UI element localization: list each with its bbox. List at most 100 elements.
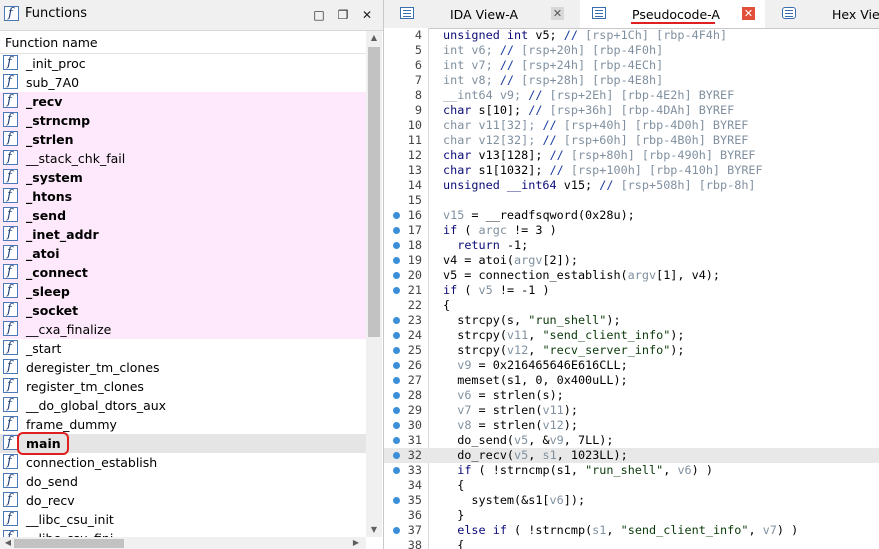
function-item[interactable]: f __libc_csu_init: [0, 510, 366, 529]
pseudocode-editor[interactable]: 4 unsigned int v5; // [rsp+1Ch] [rbp-4F4h…: [384, 28, 879, 549]
function-icon: f: [3, 530, 18, 537]
code-line[interactable]: 23 strcpy(s, "run_shell");: [384, 313, 879, 328]
code-line[interactable]: 35 system(&s1[v6]);: [384, 493, 879, 508]
function-item[interactable]: f _sleep: [0, 282, 366, 301]
code-line[interactable]: 9 char s[10]; // [rsp+36h] [rbp-4DAh] BYR…: [384, 103, 879, 118]
code-line[interactable]: 21 if ( v5 != -1 ): [384, 283, 879, 298]
scroll-up-arrow-icon[interactable]: ▲: [366, 33, 382, 42]
function-item[interactable]: f do_recv: [0, 491, 366, 510]
close-tab-icon[interactable]: ✕: [551, 7, 564, 20]
code-line[interactable]: 17 if ( argc != 3 ): [384, 223, 879, 238]
code-line[interactable]: 6 int v7; // [rsp+24h] [rbp-4ECh]: [384, 58, 879, 73]
function-item[interactable]: f register_tm_clones: [0, 377, 366, 396]
function-icon: f: [3, 359, 18, 374]
code-line[interactable]: 38 {: [384, 538, 879, 549]
function-item[interactable]: f _strlen: [0, 130, 366, 149]
function-icon: f: [3, 416, 18, 431]
code-text: }: [443, 508, 465, 522]
code-line[interactable]: 32 do_recv(v5, s1, 1023LL);: [384, 448, 879, 463]
tab-hex-view[interactable]: Hex View: [774, 0, 879, 28]
code-line[interactable]: 20 v5 = connection_establish(argv[1], v4)…: [384, 268, 879, 283]
function-icon: f: [3, 454, 18, 469]
function-name: sub_7A0: [26, 75, 80, 90]
close-icon[interactable]: ✕: [360, 8, 374, 22]
code-line[interactable]: 11 char v12[32]; // [rsp+60h] [rbp-4B0h] …: [384, 133, 879, 148]
code-line[interactable]: 4 unsigned int v5; // [rsp+1Ch] [rbp-4F4h…: [384, 28, 879, 43]
code-line[interactable]: 7 int v8; // [rsp+28h] [rbp-4E8h]: [384, 73, 879, 88]
line-number: 12: [407, 148, 422, 162]
function-item[interactable]: f _connect: [0, 263, 366, 282]
horizontal-scrollbar[interactable]: ◀ ▶: [0, 537, 366, 549]
code-line[interactable]: 25 strcpy(v12, "recv_server_info");: [384, 343, 879, 358]
function-icon: f: [3, 264, 18, 279]
code-text: do_recv(v5, s1, 1023LL);: [443, 448, 628, 462]
red-annotation-circle: [17, 432, 69, 455]
function-item[interactable]: f _htons: [0, 187, 366, 206]
function-item[interactable]: f _init_proc: [0, 54, 366, 73]
code-line[interactable]: 10 char v11[32]; // [rsp+40h] [rbp-4D0h] …: [384, 118, 879, 133]
close-tab-icon[interactable]: ✕: [742, 7, 755, 20]
function-item[interactable]: f deregister_tm_clones: [0, 358, 366, 377]
line-number: 17: [407, 223, 422, 237]
code-line[interactable]: 33 if ( !strncmp(s1, "run_shell", v6) ): [384, 463, 879, 478]
function-item[interactable]: f sub_7A0: [0, 73, 366, 92]
code-line[interactable]: 31 do_send(v5, &v9, 7LL);: [384, 433, 879, 448]
code-line[interactable]: 22 {: [384, 298, 879, 313]
vertical-scrollbar[interactable]: ▲ ▼: [366, 31, 382, 537]
function-icon: f: [3, 188, 18, 203]
code-line[interactable]: 30 v8 = strlen(v12);: [384, 418, 879, 433]
line-number: 9: [414, 103, 422, 117]
code-line[interactable]: 28 v6 = strlen(s);: [384, 388, 879, 403]
code-line[interactable]: 5 int v6; // [rsp+20h] [rbp-4F0h]: [384, 43, 879, 58]
code-line[interactable]: 16 v15 = __readfsqword(0x28u);: [384, 208, 879, 223]
code-line[interactable]: 19 v4 = atoi(argv[2]);: [384, 253, 879, 268]
code-line[interactable]: 27 memset(s1, 0, 0x400uLL);: [384, 373, 879, 388]
function-item[interactable]: f _send: [0, 206, 366, 225]
code-text: if ( !strncmp(s1, "run_shell", v6) ): [457, 463, 713, 477]
function-item[interactable]: f _start: [0, 339, 366, 358]
function-item[interactable]: f __stack_chk_fail: [0, 149, 366, 168]
function-item[interactable]: f connection_establish: [0, 453, 366, 472]
function-item[interactable]: f _strncmp: [0, 111, 366, 130]
code-line[interactable]: 24 strcpy(v11, "send_client_info");: [384, 328, 879, 343]
function-item[interactable]: f__libc_csu_fini: [0, 529, 366, 537]
code-line[interactable]: 12 char v13[128]; // [rsp+80h] [rbp-490h]…: [384, 148, 879, 163]
line-number: 21: [407, 283, 422, 297]
code-line[interactable]: 15: [384, 193, 879, 208]
code-line[interactable]: 26 v9 = 0x216465646E616CLL;: [384, 358, 879, 373]
function-item[interactable]: f _recv: [0, 92, 366, 111]
line-number: 28: [407, 388, 422, 402]
code-line[interactable]: 37 else if ( !strncmp(s1, "send_client_i…: [384, 523, 879, 538]
function-name: _send: [26, 208, 67, 223]
scroll-right-arrow-icon[interactable]: ▶: [348, 538, 364, 547]
hex-view-icon: [782, 7, 796, 19]
function-list: f _init_proc f sub_7A0 f _recv f _strncmp f _strl…: [0, 54, 366, 537]
line-number: 32: [407, 448, 422, 462]
functions-title: Functions: [25, 6, 88, 21]
code-text: v6 = strlen(s);: [457, 388, 564, 402]
function-item[interactable]: f _system: [0, 168, 366, 187]
code-line[interactable]: 36 }: [384, 508, 879, 523]
code-text: char v13[128]; // [rsp+80h] [rbp-490h] B…: [443, 148, 756, 162]
function-item[interactable]: f __cxa_finalize: [0, 320, 366, 339]
code-line[interactable]: 29 v7 = strlen(v11);: [384, 403, 879, 418]
code-line[interactable]: 13 char s1[1032]; // [rsp+100h] [rbp-410h…: [384, 163, 879, 178]
code-line[interactable]: 14 unsigned __int64 v15; // [rsp+508h] [r…: [384, 178, 879, 193]
code-line[interactable]: 18 return -1;: [384, 238, 879, 253]
code-line[interactable]: 34 {: [384, 478, 879, 493]
function-icon: f: [3, 169, 18, 184]
function-item[interactable]: f _socket: [0, 301, 366, 320]
scroll-down-arrow-icon[interactable]: ▼: [366, 525, 382, 534]
restore-icon[interactable]: ❐: [336, 8, 350, 22]
function-icon: f: [3, 492, 18, 507]
scrollbar-thumb[interactable]: [368, 47, 380, 337]
tab-ida-view-a[interactable]: IDA View-A ✕: [384, 0, 574, 28]
function-item[interactable]: f _inet_addr: [0, 225, 366, 244]
code-line[interactable]: 8 __int64 v9; // [rsp+2Eh] [rbp-4E2h] BYR…: [384, 88, 879, 103]
function-item[interactable]: f _atoi: [0, 244, 366, 263]
maximize-icon[interactable]: □: [312, 8, 326, 22]
column-header-function-name[interactable]: Function name: [0, 31, 366, 54]
function-item[interactable]: f do_send: [0, 472, 366, 491]
hscrollbar-thumb[interactable]: [14, 539, 124, 548]
function-item[interactable]: f __do_global_dtors_aux: [0, 396, 366, 415]
